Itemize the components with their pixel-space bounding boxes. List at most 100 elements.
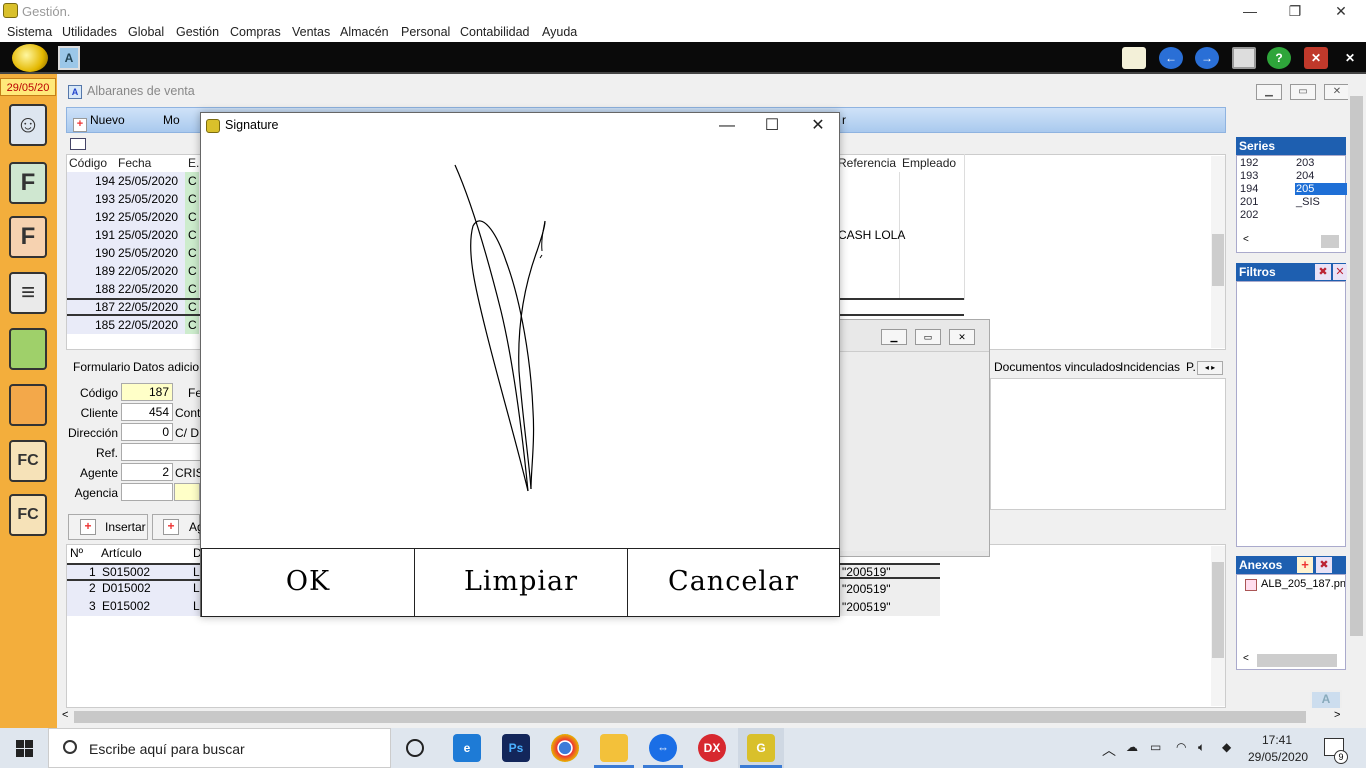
ledger-icon[interactable]: ≡	[9, 272, 47, 314]
limpiar-button[interactable]: Limpiar	[414, 548, 628, 617]
lines-lote[interactable]: "200519"	[842, 600, 891, 614]
tab-partial[interactable]: P.	[1186, 360, 1196, 374]
close-module-icon[interactable]: ✕	[1304, 47, 1328, 69]
signature-canvas[interactable]	[201, 141, 839, 547]
bgdialog-minimize-button[interactable]: ▁	[881, 329, 907, 345]
hscroll-left-icon[interactable]: <	[62, 709, 68, 721]
teamviewer-icon[interactable]: ⇔	[649, 734, 677, 762]
grid-vscroll-thumb[interactable]	[1212, 234, 1224, 286]
agente-field[interactable]: 2	[121, 463, 173, 481]
col-header-referencia[interactable]: Referencia	[838, 156, 896, 170]
series-item[interactable]: 204	[1296, 170, 1314, 182]
series-item[interactable]: 203	[1296, 157, 1314, 169]
series-item[interactable]: 193	[1240, 170, 1258, 182]
lines-header-articulo[interactable]: Artículo	[101, 546, 142, 560]
tab-documentos-vinculados[interactable]: Documentos vinculados	[994, 360, 1121, 374]
series-item[interactable]: _SIS	[1296, 196, 1320, 208]
menu-contabilidad[interactable]: Contabilidad	[460, 25, 530, 39]
back-arrow-icon[interactable]: ←	[1159, 47, 1183, 69]
nuevo-button[interactable]: + Nuevo	[73, 113, 125, 132]
file-explorer-icon[interactable]	[600, 734, 628, 762]
invoice-f2-icon[interactable]: F	[9, 216, 47, 258]
col-header-codigo[interactable]: Código	[69, 156, 107, 170]
users-icon[interactable]: ☺	[9, 104, 47, 146]
lines-vscroll-thumb[interactable]	[1212, 562, 1224, 658]
taskbar-search-input[interactable]: Escribe aquí para buscar	[48, 728, 391, 768]
bgdialog-restore-button[interactable]: ▭	[915, 329, 941, 345]
home-orb-icon[interactable]	[12, 44, 48, 72]
invoice-f-icon[interactable]: F	[9, 162, 47, 204]
agencia-name-field[interactable]	[174, 483, 200, 501]
cancelar-button[interactable]: Cancelar	[627, 548, 840, 617]
main-vscroll-thumb[interactable]	[1350, 96, 1363, 636]
tab-formulario[interactable]: Formulario	[73, 360, 130, 374]
child-close-button[interactable]: ✕	[1324, 84, 1350, 100]
bag-green-icon[interactable]	[9, 328, 47, 370]
anexos-delete-icon[interactable]: ✖	[1316, 557, 1332, 573]
app-a-icon[interactable]: A	[58, 46, 80, 70]
mail-icon[interactable]	[1122, 47, 1146, 69]
menu-ventas[interactable]: Ventas	[292, 25, 330, 39]
gestion-app-icon[interactable]: G	[747, 734, 775, 762]
forward-arrow-icon[interactable]: →	[1195, 47, 1219, 69]
signature-maximize-button[interactable]: ☐	[752, 116, 792, 138]
menu-sistema[interactable]: Sistema	[7, 25, 52, 39]
series-hscroll-thumb[interactable]	[1321, 235, 1339, 248]
windows-start-icon[interactable]	[16, 740, 33, 757]
lines-lote[interactable]: "200519"	[842, 582, 891, 596]
cortana-icon[interactable]	[406, 739, 424, 757]
battery-icon[interactable]: ▭	[1150, 740, 1161, 754]
filtros-close-icon[interactable]: ✕	[1333, 264, 1347, 280]
grid-settings-icon[interactable]	[70, 138, 86, 150]
restore-button[interactable]: ❐	[1272, 0, 1318, 22]
series-item[interactable]: 202	[1240, 209, 1258, 221]
codigo-field[interactable]: 187	[121, 383, 173, 401]
fc-icon[interactable]: FC	[9, 440, 47, 482]
photoshop-icon[interactable]: Ps	[502, 734, 530, 762]
menu-compras[interactable]: Compras	[230, 25, 281, 39]
series-item[interactable]: 194	[1240, 183, 1258, 195]
ok-button[interactable]: OK	[201, 548, 415, 617]
close-button[interactable]: ✕	[1318, 0, 1364, 22]
chrome-icon[interactable]	[551, 734, 579, 762]
cliente-field[interactable]: 454	[121, 403, 173, 421]
col-header-empleado[interactable]: Empleado	[902, 156, 956, 170]
bag-orange-icon[interactable]	[9, 384, 47, 426]
fac-icon[interactable]: FC	[9, 494, 47, 536]
direccion-field[interactable]: 0	[121, 423, 173, 441]
clock-time[interactable]: 17:41	[1262, 733, 1292, 747]
series-item[interactable]: 201	[1240, 196, 1258, 208]
menu-almacen[interactable]: Almacén	[340, 25, 389, 39]
signature-minimize-button[interactable]: —	[707, 116, 747, 138]
tab-scroll-arrows[interactable]: ◂ ▸	[1197, 361, 1223, 375]
signature-close-button[interactable]: ✕	[798, 116, 838, 138]
agencia-field[interactable]	[121, 483, 173, 501]
minimize-button[interactable]: —	[1227, 0, 1273, 22]
tray-chevron-icon[interactable]: ︿	[1102, 740, 1116, 760]
filtros-clear-icon[interactable]: ✖	[1315, 264, 1331, 280]
child-restore-button[interactable]: ▭	[1290, 84, 1316, 100]
child-minimize-button[interactable]: ▁	[1256, 84, 1282, 100]
series-scroll-left-icon[interactable]: <	[1243, 234, 1249, 245]
modificar-button[interactable]: Mo	[163, 113, 180, 127]
volume-icon[interactable]: 🔈︎	[1198, 740, 1205, 755]
menu-ayuda[interactable]: Ayuda	[542, 25, 577, 39]
col-header-fecha[interactable]: Fecha	[118, 156, 151, 170]
anexos-scroll-left-icon[interactable]: <	[1243, 653, 1249, 664]
help-icon[interactable]: ?	[1267, 47, 1291, 69]
edge-icon[interactable]: e	[453, 734, 481, 762]
series-item[interactable]: 192	[1240, 157, 1258, 169]
menu-global[interactable]: Global	[128, 25, 164, 39]
windows-icon[interactable]	[1232, 47, 1256, 69]
col-header-e[interactable]: E.	[188, 156, 199, 170]
main-hscroll-thumb[interactable]	[74, 711, 1306, 723]
hscroll-right-icon[interactable]: >	[1334, 709, 1340, 721]
anexos-add-icon[interactable]: +	[1297, 557, 1313, 573]
anexo-file[interactable]: ALB_205_187.png	[1261, 578, 1345, 590]
exit-icon[interactable]: ✕	[1338, 47, 1362, 69]
menu-utilidades[interactable]: Utilidades	[62, 25, 117, 39]
bgdialog-close-button[interactable]: ✕	[949, 329, 975, 345]
dx-icon[interactable]: DX	[698, 734, 726, 762]
menu-gestion[interactable]: Gestión	[176, 25, 219, 39]
tab-datos-adicionales[interactable]: Datos adicio	[133, 360, 199, 374]
